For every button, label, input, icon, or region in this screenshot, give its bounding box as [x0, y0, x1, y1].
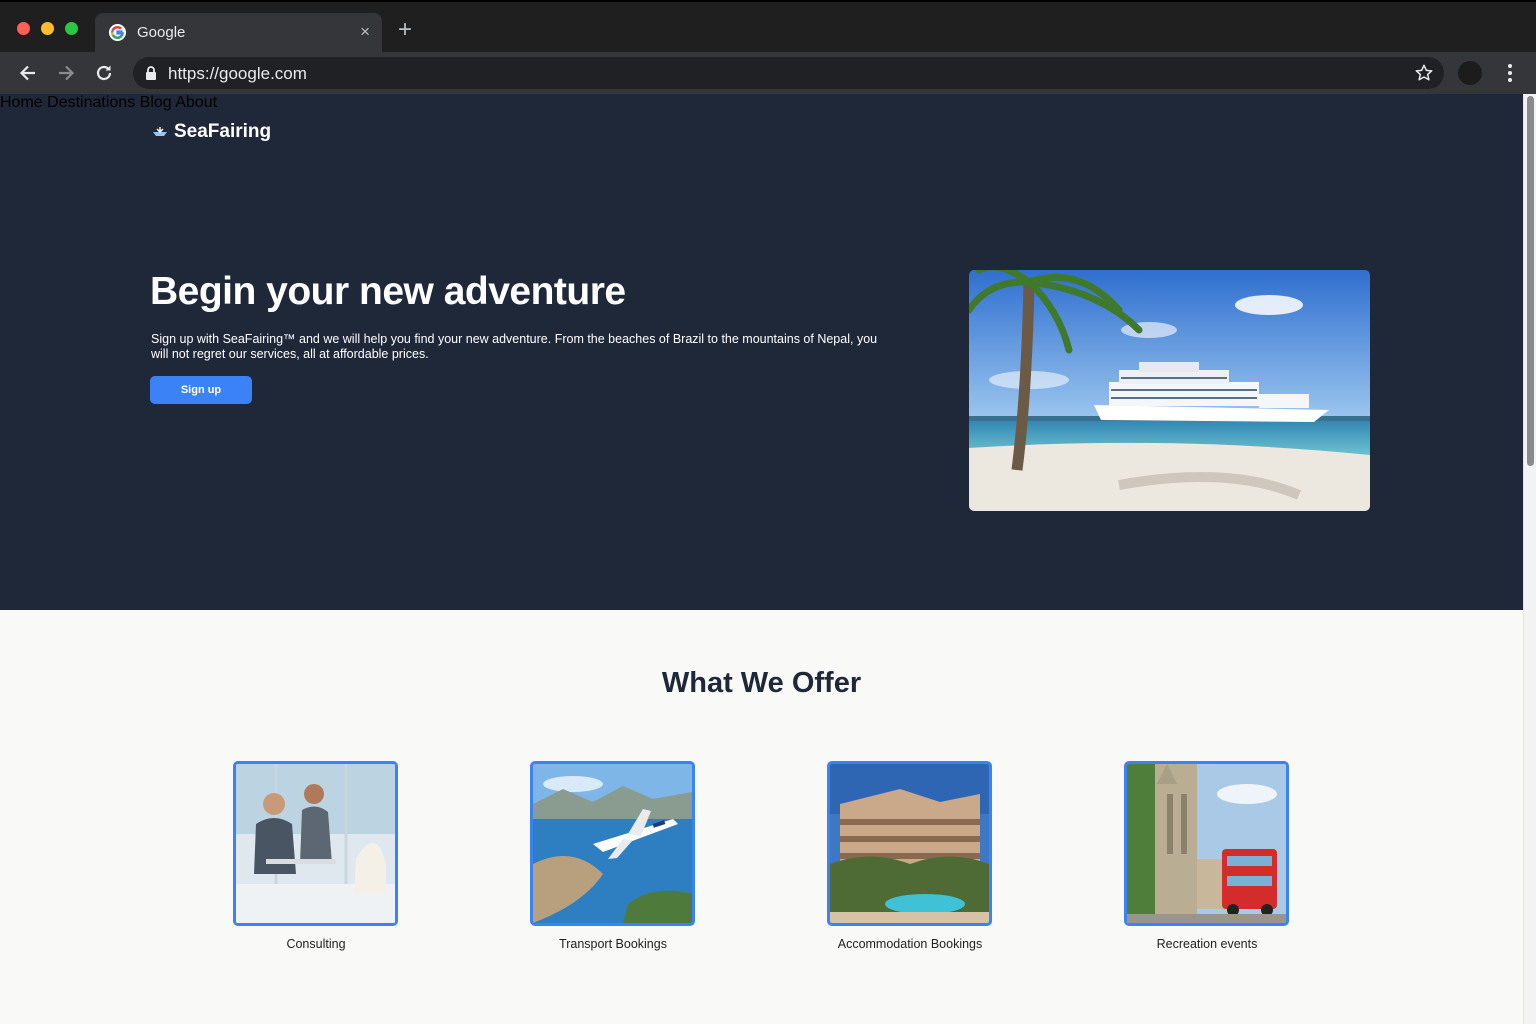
hero-beach-cruise-image: [969, 270, 1370, 511]
offers-title: What We Offer: [661, 667, 862, 699]
browser-tab-bar: Google × +: [0, 0, 1536, 54]
offer-card-accommodation[interactable]: Accommodation Bookings: [827, 761, 993, 951]
site-logo[interactable]: SeaFairing: [152, 121, 271, 143]
offer-card-transport[interactable]: Transport Bookings: [530, 761, 696, 951]
browser-menu-icon[interactable]: [1502, 62, 1518, 84]
consulting-image: [233, 761, 398, 926]
browser-toolbar: https://google.com: [0, 52, 1536, 94]
tab-close-icon[interactable]: ×: [360, 22, 370, 42]
offer-label: Recreation events: [1156, 937, 1258, 951]
offer-label: Transport Bookings: [559, 937, 667, 951]
page-viewport: SeaFairing Home Destinations Blog About …: [0, 94, 1536, 1024]
offer-label: Consulting: [286, 937, 346, 951]
new-tab-button[interactable]: +: [398, 18, 412, 42]
nav-about-link[interactable]: About: [175, 94, 217, 111]
main-nav: Home Destinations Blog About: [0, 94, 1523, 112]
arrow-left-icon: [19, 65, 35, 81]
hero-section: SeaFairing Home Destinations Blog About …: [0, 94, 1523, 610]
accommodation-image: [827, 761, 992, 926]
back-button[interactable]: [16, 61, 40, 85]
tab-title: Google: [137, 24, 186, 41]
maximize-window-button[interactable]: [65, 22, 78, 35]
profile-avatar[interactable]: [1458, 61, 1482, 85]
lock-icon: [146, 66, 156, 80]
close-window-button[interactable]: [17, 22, 30, 35]
nav-home-link[interactable]: Home: [0, 94, 43, 111]
offer-card-recreation[interactable]: Recreation events: [1124, 761, 1290, 951]
reload-button[interactable]: [92, 61, 116, 85]
bookmark-star-icon[interactable]: [1414, 63, 1434, 83]
hero-description: Sign up with SeaFairing™ and we will hel…: [151, 332, 878, 361]
offer-label: Accommodation Bookings: [837, 937, 983, 951]
reload-icon: [96, 65, 112, 81]
google-favicon-icon: [108, 23, 127, 42]
nav-destinations-link[interactable]: Destinations: [47, 94, 135, 111]
forward-button[interactable]: [54, 61, 78, 85]
address-bar[interactable]: https://google.com: [133, 57, 1444, 89]
recreation-image: [1124, 761, 1289, 926]
minimize-window-button[interactable]: [41, 22, 54, 35]
brand-name: SeaFairing: [174, 121, 272, 142]
arrow-right-icon: [59, 65, 75, 81]
hero-title: Begin your new adventure: [150, 270, 626, 313]
browser-tab[interactable]: Google ×: [95, 13, 382, 54]
offer-card-consulting[interactable]: Consulting: [233, 761, 399, 951]
transport-image: [530, 761, 695, 926]
nav-blog-link[interactable]: Blog: [140, 94, 172, 111]
page-scrollbar[interactable]: [1523, 94, 1536, 1024]
signup-button[interactable]: Sign up: [150, 376, 252, 404]
ship-icon: [153, 127, 167, 136]
url-text: https://google.com: [168, 64, 307, 83]
scrollbar-thumb[interactable]: [1527, 96, 1534, 466]
